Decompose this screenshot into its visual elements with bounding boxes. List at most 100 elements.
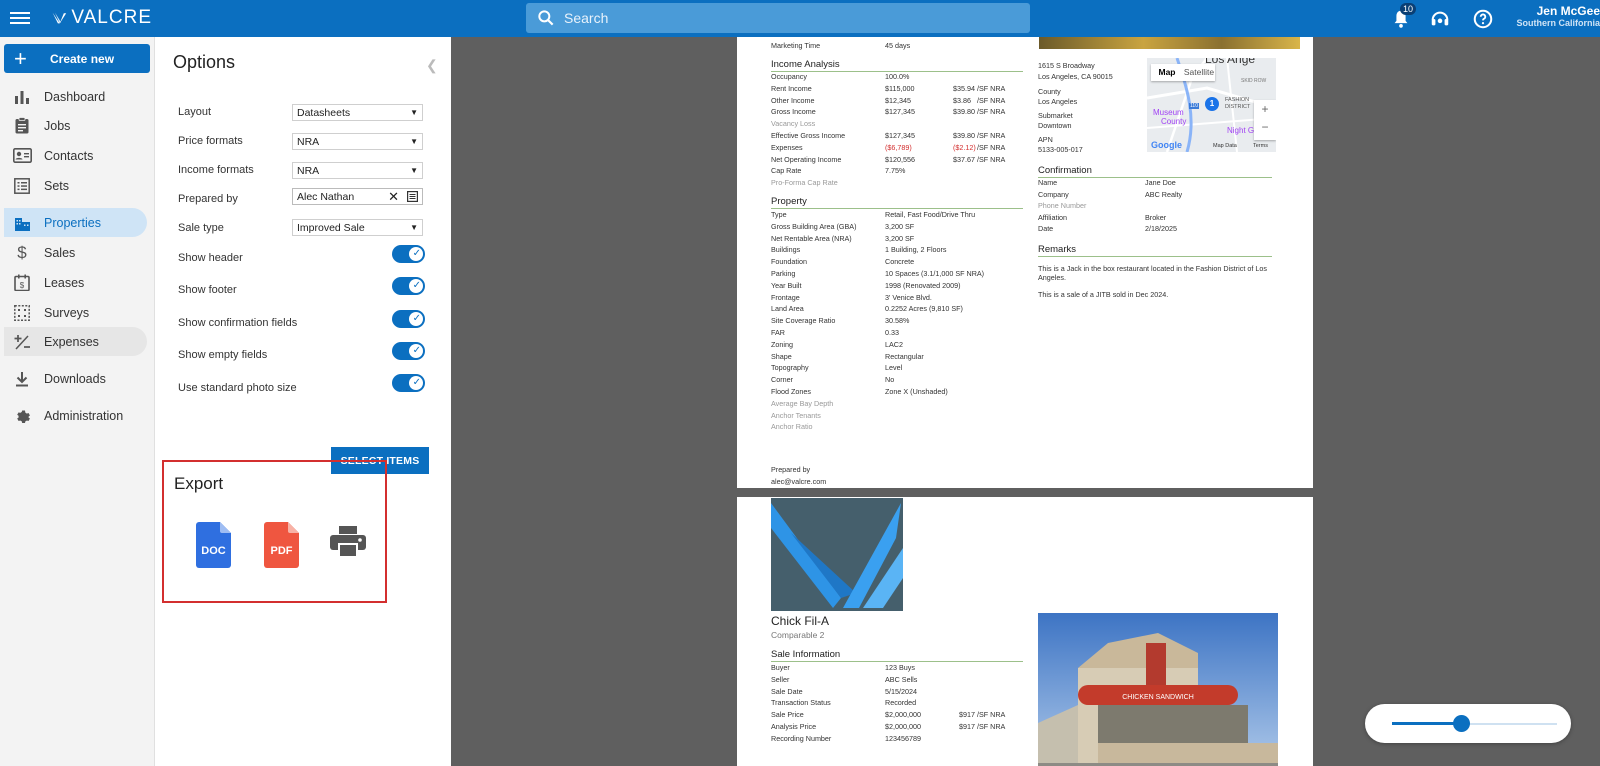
row-label: Buildings (771, 245, 801, 255)
standard-photo-toggle[interactable]: ✓ (392, 374, 425, 392)
row-value: 1 Building, 2 Floors (885, 245, 947, 255)
row-value: 3,200 SF (885, 221, 915, 231)
report-preview[interactable]: Marketing Time 45 days Income Analysis O… (451, 37, 1600, 766)
sale-type-select[interactable]: Improved Sale ▼ (292, 219, 423, 236)
row-unit-label: /SF NRA (977, 142, 1006, 152)
layout-label: Layout (178, 106, 212, 118)
row-label: Company (1038, 189, 1069, 199)
check-icon: ✓ (412, 377, 421, 388)
contact-list-icon[interactable] (407, 191, 418, 202)
property-photo (1039, 37, 1300, 49)
row-label: Seller (771, 674, 790, 684)
apn-label: APN (1038, 135, 1053, 144)
sidebar-item-properties[interactable]: Properties (4, 208, 147, 237)
zoom-slider-handle[interactable] (1453, 715, 1471, 732)
create-new-label: Create new (50, 51, 115, 66)
show-confirmation-toggle[interactable]: ✓ (392, 310, 425, 328)
income-formats-label: Income formats (178, 164, 254, 176)
map-zoom-out-button[interactable]: − (1254, 118, 1276, 136)
search-input[interactable]: Search (526, 3, 1030, 33)
income-formats-select[interactable]: NRA ▼ (292, 162, 423, 179)
remarks-text-2: This is a sale of a JITB sold in Dec 202… (1038, 290, 1169, 299)
collapse-panel-icon[interactable]: ❮ (426, 57, 438, 74)
row-value: 3' Venice Blvd. (885, 292, 932, 302)
sidebar-item-contacts[interactable]: Contacts (4, 141, 147, 170)
print-icon[interactable] (330, 526, 366, 558)
row-value: 100.0% (885, 72, 910, 81)
pdf-export-icon[interactable]: PDF (264, 522, 299, 568)
row-unit-label: /SF NRA (977, 131, 1006, 140)
map-data-label[interactable]: Map Data (1213, 143, 1237, 149)
row-value: Recorded (885, 698, 917, 708)
user-menu[interactable]: Jen McGee Southern California (1500, 5, 1600, 29)
row-value: Zone X (Unshaded) (885, 387, 948, 396)
row-label: Cap Rate (771, 166, 802, 176)
gear-icon (10, 407, 34, 425)
comparable-subtitle: Comparable 2 (771, 630, 825, 640)
row-value: ABC Sells (885, 674, 918, 684)
row-value: Broker (1145, 212, 1167, 222)
doc-export-icon[interactable]: DOC (196, 522, 231, 568)
menu-icon[interactable] (10, 9, 30, 27)
row-label: Vacancy Loss (771, 119, 816, 129)
map-zoom-in-button[interactable]: + (1254, 100, 1276, 118)
create-new-button[interactable]: + Create new (4, 44, 150, 73)
remarks-heading: Remarks (1038, 244, 1272, 257)
sidebar-item-surveys[interactable]: Surveys (4, 298, 147, 327)
show-empty-fields-label: Show empty fields (178, 349, 268, 361)
location-map[interactable]: Los Ange Map Satellite SKID ROW FASHION … (1147, 58, 1276, 152)
download-icon (10, 370, 34, 388)
chevron-down-icon: ▼ (410, 108, 418, 117)
layout-select[interactable]: Datasheets ▼ (292, 104, 423, 121)
row-unit-label: /SF NRA (977, 83, 1006, 93)
help-icon[interactable] (1472, 8, 1494, 30)
map-tab-satellite[interactable]: Satellite (1183, 64, 1215, 81)
support-headset-icon[interactable] (1429, 8, 1451, 30)
row-unit-value: $37.67 (953, 154, 975, 164)
address-line-1: 1615 S Broadway (1038, 61, 1095, 70)
sale-type-label: Sale type (178, 222, 224, 234)
row-value: LAC2 (885, 339, 903, 349)
map-label-district: DISTRICT (1225, 104, 1251, 110)
income-analysis-heading: Income Analysis (771, 59, 1023, 72)
sidebar-item-downloads[interactable]: Downloads (4, 364, 147, 393)
row-value: ABC Realty (1145, 189, 1183, 199)
submarket-label: Submarket (1038, 111, 1073, 120)
row-unit-value: $39.80 (953, 131, 975, 140)
sidebar-item-administration[interactable]: Administration (4, 401, 147, 430)
show-header-toggle[interactable]: ✓ (392, 245, 425, 263)
chevron-down-icon: ▼ (410, 137, 418, 146)
check-icon: ✓ (412, 313, 421, 324)
row-label: Zoning (771, 339, 793, 349)
show-footer-toggle[interactable]: ✓ (392, 277, 425, 295)
sidebar-item-dashboard[interactable]: Dashboard (4, 82, 147, 111)
doc-label: DOC (201, 545, 226, 557)
show-empty-fields-toggle[interactable]: ✓ (392, 342, 425, 360)
row-label: Gross Income (771, 107, 816, 117)
row-unit-value: $35.94 (953, 83, 975, 93)
sidebar-item-leases[interactable]: $ Leases (4, 268, 147, 297)
sidebar-item-expenses[interactable]: Expenses (4, 327, 147, 356)
app-logo[interactable]: VALCRE (52, 6, 152, 30)
prepared-by-email: alec@valcre.com (771, 477, 827, 486)
pdf-label: PDF (271, 545, 293, 557)
price-formats-select[interactable]: NRA ▼ (292, 133, 423, 150)
prepared-by-field[interactable]: Alec Nathan ✕ (292, 188, 423, 205)
sidebar-item-sales[interactable]: $ Sales (4, 238, 147, 267)
sidebar-item-sets[interactable]: Sets (4, 171, 147, 200)
row-label: Pro-Forma Cap Rate (771, 178, 838, 188)
row-value: 30.58% (885, 316, 910, 326)
row-label: Occupancy (771, 72, 807, 81)
map-label-skid-row: SKID ROW (1241, 78, 1267, 84)
chevron-down-icon: ▼ (410, 166, 418, 175)
sidebar-item-jobs[interactable]: Jobs (4, 111, 147, 140)
row-label: Frontage (771, 292, 800, 302)
map-terms-link[interactable]: Terms (1253, 143, 1268, 149)
plus-icon: + (14, 45, 27, 71)
map-pin-marker[interactable]: 1 (1205, 97, 1219, 111)
zoom-slider[interactable] (1365, 704, 1571, 743)
row-value: No (885, 375, 895, 385)
row-value: $2,000,000 (885, 722, 921, 731)
map-tab-map[interactable]: Map (1151, 64, 1183, 81)
clear-icon[interactable]: ✕ (388, 189, 399, 205)
